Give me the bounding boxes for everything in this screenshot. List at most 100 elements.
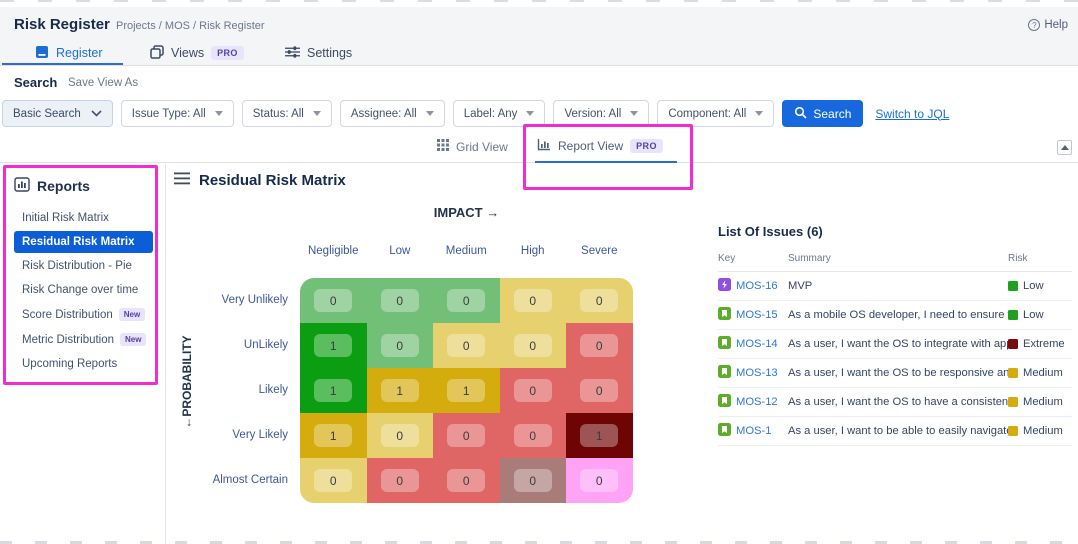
filter-label: Assignee: All	[351, 108, 417, 120]
help-label: Help	[1044, 19, 1068, 31]
risk-color-square	[1008, 368, 1018, 378]
help-button[interactable]: ? Help	[1028, 19, 1068, 31]
impact-column-header: Medium	[433, 245, 500, 257]
matrix-cell-very-unlikely-high[interactable]: 0	[500, 278, 567, 323]
collapse-panel-button[interactable]	[1057, 140, 1072, 155]
filter-dropdown-label[interactable]: Label: Any	[453, 100, 546, 127]
matrix-cell-very-likely-low[interactable]: 0	[367, 413, 434, 458]
matrix-cell-very-unlikely-severe[interactable]: 0	[566, 278, 633, 323]
issue-key-link[interactable]: MOS-15	[736, 309, 778, 321]
issue-row: MOS-12 As a user, I want the OS to have a…	[718, 388, 1072, 417]
matrix-cell-very-likely-severe[interactable]: 1	[566, 413, 633, 458]
risk-color-square	[1008, 281, 1018, 291]
matrix-cell-likely-low[interactable]: 1	[367, 368, 434, 413]
issues-panel: List Of Issues (6) Key Summary Risk MOS-…	[718, 224, 1072, 446]
filter-dropdown-status[interactable]: Status: All	[242, 100, 332, 127]
sidebar-item-upcoming-reports[interactable]: Upcoming Reports	[14, 353, 153, 375]
save-view-as-link[interactable]: Save View As	[68, 77, 138, 89]
impact-column-header: Severe	[566, 245, 633, 257]
sidebar-item-risk-distribution-pie[interactable]: Risk Distribution - Pie	[14, 255, 153, 277]
risk-level-label: Medium	[1023, 425, 1063, 437]
tab-views[interactable]: Views PRO	[150, 41, 244, 65]
probability-row-label: Almost Certain	[166, 458, 300, 503]
matrix-cell-count: 0	[447, 424, 485, 447]
reports-sidebar: Reports Initial Risk MatrixResidual Risk…	[0, 164, 166, 544]
filter-dropdown-assignee[interactable]: Assignee: All	[340, 100, 445, 127]
app-header: Risk Register Projects / MOS / Risk Regi…	[0, 7, 1078, 66]
issues-panel-title: List Of Issues (6)	[718, 224, 1072, 239]
story-issue-type-icon	[718, 423, 731, 439]
issues-table: Key Summary Risk MOS-16MVPLowMOS-15As a …	[718, 249, 1072, 446]
matrix-heading: Residual Risk Matrix	[174, 172, 346, 189]
sidebar-item-risk-change-over-time[interactable]: Risk Change over time	[14, 279, 153, 301]
matrix-cell-unlikely-negligible[interactable]: 1	[300, 323, 367, 368]
matrix-cell-likely-high[interactable]: 0	[500, 368, 567, 413]
tab-settings[interactable]: Settings	[285, 41, 352, 65]
book-icon	[35, 45, 49, 62]
matrix-cell-almost-certain-medium[interactable]: 0	[433, 458, 500, 503]
issue-summary: As a user, I want the OS to have a consi…	[788, 388, 1008, 417]
issue-summary: As a user, I want the OS to be responsiv…	[788, 359, 1008, 388]
tab-report-view[interactable]: Report View PRO	[537, 138, 663, 154]
dropdown-triangle-icon	[313, 111, 321, 116]
matrix-cell-almost-certain-severe[interactable]: 0	[566, 458, 633, 503]
matrix-cell-likely-medium[interactable]: 1	[433, 368, 500, 413]
issue-key-link[interactable]: MOS-13	[736, 367, 778, 379]
matrix-cell-very-likely-medium[interactable]: 0	[433, 413, 500, 458]
matrix-cell-count: 1	[447, 379, 485, 402]
risk-matrix: Very Unlikely00000UnLikely10000Likely111…	[166, 278, 633, 503]
sidebar-item-residual-risk-matrix[interactable]: Residual Risk Matrix	[14, 231, 153, 253]
dropdown-triangle-icon	[526, 111, 534, 116]
basic-search-dropdown[interactable]: Basic Search	[2, 100, 113, 127]
risk-level-label: Extreme	[1023, 338, 1065, 350]
basic-search-label: Basic Search	[13, 108, 81, 120]
issue-key-link[interactable]: MOS-1	[736, 425, 771, 437]
sidebar-item-metric-distribution[interactable]: Metric DistributionNew	[14, 328, 153, 351]
matrix-cell-unlikely-high[interactable]: 0	[500, 323, 567, 368]
matrix-cell-unlikely-severe[interactable]: 0	[566, 323, 633, 368]
sidebar-item-score-distribution[interactable]: Score DistributionNew	[14, 303, 153, 326]
matrix-cell-almost-certain-low[interactable]: 0	[367, 458, 434, 503]
chevron-down-icon	[91, 108, 102, 120]
matrix-cell-count: 0	[447, 469, 485, 492]
sidebar-item-initial-risk-matrix[interactable]: Initial Risk Matrix	[14, 207, 153, 229]
issue-key-link[interactable]: MOS-14	[736, 338, 778, 350]
issue-key-link[interactable]: MOS-12	[736, 396, 778, 408]
issue-key-link[interactable]: MOS-16	[736, 280, 778, 292]
hamburger-menu-icon[interactable]	[174, 172, 190, 189]
matrix-cell-unlikely-medium[interactable]: 0	[433, 323, 500, 368]
new-badge: New	[119, 308, 145, 321]
matrix-cell-almost-certain-high[interactable]: 0	[500, 458, 567, 503]
matrix-cell-very-unlikely-medium[interactable]: 0	[433, 278, 500, 323]
matrix-cell-count: 0	[580, 379, 618, 402]
filter-dropdown-issue-type[interactable]: Issue Type: All	[121, 100, 234, 127]
impact-column-headers: NegligibleLowMediumHighSevere	[300, 245, 633, 257]
matrix-cell-very-likely-high[interactable]: 0	[500, 413, 567, 458]
story-issue-type-icon	[718, 336, 731, 352]
tab-register[interactable]: Register	[35, 41, 103, 65]
filter-dropdown-component[interactable]: Component: All	[657, 100, 774, 127]
filter-toolbar: Basic Search Issue Type: All Status: All A…	[2, 100, 949, 127]
sidebar-item-label: Upcoming Reports	[22, 358, 117, 370]
search-button[interactable]: Search	[782, 100, 863, 127]
views-pro-badge: PRO	[211, 46, 244, 60]
reports-list: Initial Risk MatrixResidual Risk MatrixR…	[0, 207, 165, 375]
switch-to-jql-link[interactable]: Switch to JQL	[875, 107, 949, 121]
matrix-cell-likely-negligible[interactable]: 1	[300, 368, 367, 413]
dropdown-triangle-icon	[426, 111, 434, 116]
matrix-cell-very-unlikely-low[interactable]: 0	[367, 278, 434, 323]
matrix-cell-likely-severe[interactable]: 0	[566, 368, 633, 413]
issue-row: MOS-13 As a user, I want the OS to be res…	[718, 359, 1072, 388]
sidebar-item-label: Initial Risk Matrix	[22, 212, 109, 224]
search-section-label: Search	[14, 75, 57, 90]
filter-dropdown-version[interactable]: Version: All	[553, 100, 649, 127]
matrix-cell-very-unlikely-negligible[interactable]: 0	[300, 278, 367, 323]
story-issue-type-icon	[718, 365, 731, 381]
matrix-cell-very-likely-negligible[interactable]: 1	[300, 413, 367, 458]
issue-summary: As a user, I want the OS to integrate wi…	[788, 330, 1008, 359]
story-issue-type-icon	[718, 394, 731, 410]
matrix-cell-unlikely-low[interactable]: 0	[367, 323, 434, 368]
filter-label: Version: All	[564, 108, 621, 120]
matrix-cell-almost-certain-negligible[interactable]: 0	[300, 458, 367, 503]
tab-grid-view[interactable]: Grid View	[437, 139, 508, 154]
